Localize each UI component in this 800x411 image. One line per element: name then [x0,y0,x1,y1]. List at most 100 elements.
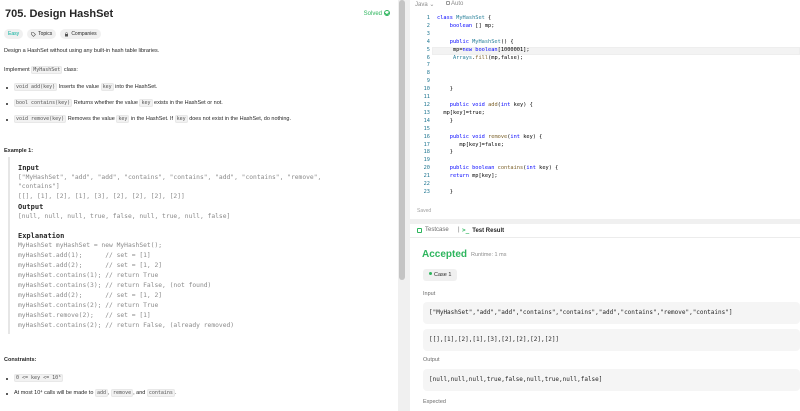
lock-icon [65,31,69,36]
code-line: mp[key]=true; [437,109,485,116]
topics-label: Topics [38,31,53,37]
left-scrollbar[interactable] [398,0,406,411]
line-number: 8 [426,70,430,77]
explanation-line: myHashSet.add(2); // set = [1, 2] [18,292,163,299]
constraint-2: At most 10⁴ calls will be made to add, r… [5,389,176,397]
line-number: 9 [426,78,430,85]
method-desc-end: exists in the HashSet or not. [154,100,223,106]
code-line: } [437,117,453,124]
constraints-title: Constraints: [4,357,37,363]
line-number: 17 [423,141,430,148]
editor-toolbar: Java ⌄ Auto [410,0,800,10]
method-sig: void add(key) [14,83,58,91]
method-desc: Returns whether the value [73,100,138,106]
line-number: 15 [423,125,430,132]
explanation-line: myHashSet.contains(2); // return False, … [18,322,235,329]
input-line-1: ["MyHashSet", "add", "add", "contains", … [18,174,322,181]
checkbox-icon [417,227,422,233]
explanation-line: myHashSet.add(1); // set = [1] [18,252,151,259]
line-number: 4 [426,38,430,45]
implement-line: Implement MyHashSet class: [4,66,78,74]
method-desc: Removes the value [67,116,115,122]
expected-label: Expected [423,399,446,405]
constraint-code: 0 <= key <= 10⁶ [14,374,64,382]
scrollbar-thumb[interactable] [399,0,405,280]
line-number: 14 [423,117,430,124]
terminal-icon: >_ [462,227,470,234]
code-line: public void add(int key) { [449,101,533,108]
saved-status: Saved [417,208,432,214]
method-code: key [139,99,153,107]
constraint-1: 0 <= key <= 10⁶ [5,374,64,382]
method-desc: Inserts the value [58,84,100,90]
line-number: 22 [423,181,430,188]
code-line: mp=new boolean[1000001]; [437,46,530,53]
auto-mode[interactable]: Auto [446,1,463,7]
explanation-line: myHashSet.add(2); // set = [1, 2] [18,262,163,269]
case-1-button[interactable]: Case 1 [423,269,458,281]
method-contains: bool contains(key) Returns whether the v… [6,99,223,107]
line-number: 5 [426,46,430,53]
output-label: Output [18,203,44,211]
explanation-line: myHashSet.contains(1); // return True [18,272,159,279]
result-status: Accepted [422,249,468,260]
line-number: 2 [426,22,430,29]
companies-tag[interactable]: Companies [60,29,101,39]
results-tabs: Testcase | >_ Test Result [410,224,800,238]
language-select[interactable]: Java ⌄ [415,1,434,8]
code-line: } [437,86,453,93]
method-desc-end: does not exist in the HashSet, do nothin… [189,116,292,122]
output-value: [null,null,null,true,false,null,true,nul… [423,369,800,391]
lock-icon [446,1,450,5]
topics-tag[interactable]: Topics [27,29,57,39]
chevron-down-icon: ⌄ [429,2,435,8]
class-name-code: MyHashSet [31,66,63,74]
code-line: public boolean contains(int key) { [449,165,559,172]
results-panel: Testcase | >_ Test Result Accepted Runtim… [410,224,800,411]
line-number: 10 [423,86,430,93]
tab-testcase-label: Testcase [425,227,449,233]
solved-badge: Solved [364,10,390,17]
line-number: 3 [426,30,430,37]
title-row: 705. Design HashSet Solved [4,8,394,22]
code-line: public MyHashSet() { [449,38,514,45]
difficulty-tag[interactable]: Easy [4,29,24,39]
status-dot [429,272,432,275]
line-number: 18 [423,149,430,156]
line-number: 21 [423,173,430,180]
explanation-label: Explanation [18,232,65,240]
input-label: Input [18,164,40,172]
code-line: return mp[key]; [449,173,498,180]
explanation-line: myHashSet.contains(3); // return False, … [18,282,212,289]
tab-testcase[interactable]: Testcase [417,227,449,233]
auto-label: Auto [451,1,464,7]
code-line: mp[key]=false; [437,141,504,148]
line-number: 16 [423,133,430,140]
code-content[interactable]: class MyHashSet { boolean [] mp; public … [437,15,558,197]
line-number: 13 [423,109,430,116]
code-line: class MyHashSet { [437,15,492,21]
case-label: Case 1 [434,272,452,278]
problem-title: 705. Design HashSet [5,8,114,20]
method-desc-end: into the HashSet. [115,84,158,90]
input-value-2: [[],[1],[2],[1],[3],[2],[2],[2],[2]] [423,329,800,351]
input-value-1: ["MyHashSet","add","add","contains","con… [423,302,800,324]
explanation-line: myHashSet.contains(2); // return True [18,302,159,309]
code-editor[interactable]: Java ⌄ Auto 1 2 3 4 5 6 7 8 9 10 11 12 13 14 15 16 17 18 1… [410,0,800,219]
method-add: void add(key) Inserts the value key into… [5,83,158,91]
tab-test-result[interactable]: >_ Test Result [462,227,504,234]
constraint-text: At most 10⁴ calls will be made to [14,390,94,396]
line-number: 23 [423,188,430,195]
description: Design a HashSet without using any built… [4,48,160,54]
line-numbers: 1 2 3 4 5 6 7 8 9 10 11 12 13 14 15 16 17 18 19 20 21 22 23 [410,15,430,197]
line-number: 12 [423,101,430,108]
solved-label: Solved [363,11,382,17]
code-line: boolean [] mp; [449,22,495,29]
input-label: Input [423,291,436,297]
constraint-code: contains [146,389,175,397]
companies-label: Companies [71,31,97,37]
